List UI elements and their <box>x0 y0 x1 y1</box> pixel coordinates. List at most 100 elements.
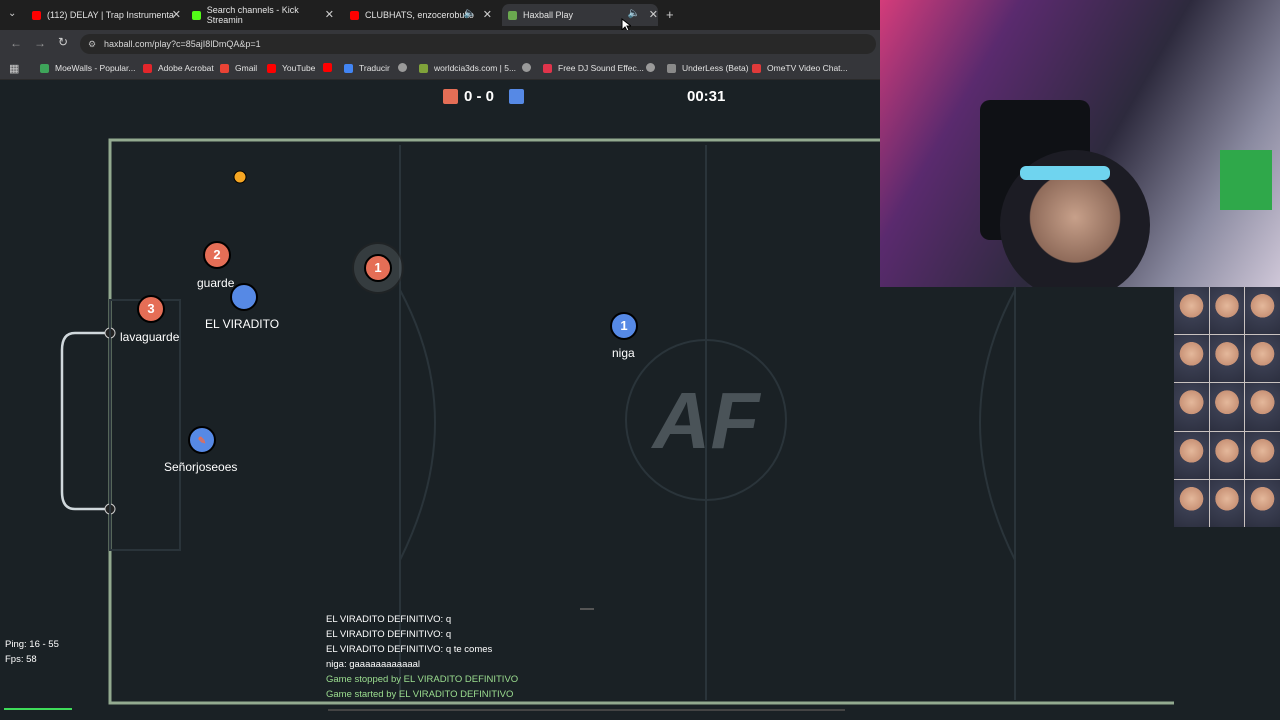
webcam-overlay <box>880 0 1280 287</box>
tab-label: (112) DELAY | Trap Instrumenta <box>47 10 174 20</box>
apps-grid-icon[interactable]: ▦ <box>9 62 19 75</box>
bookmark-worldcia[interactable]: worldcia3ds.com | 5... <box>419 63 516 73</box>
portrait <box>1209 431 1245 479</box>
haxball-icon <box>508 10 517 20</box>
adobe-icon <box>143 63 152 73</box>
close-icon[interactable]: ✕ <box>325 8 334 21</box>
field-arc <box>979 289 1016 561</box>
field-arc <box>399 289 436 561</box>
portrait <box>1174 479 1209 527</box>
tab-search-icon[interactable]: ⌄ <box>8 8 16 19</box>
close-icon[interactable]: ✕ <box>172 8 181 21</box>
player-red-3: 3 <box>137 295 165 323</box>
globe-icon <box>398 63 407 72</box>
left-goal <box>60 331 110 511</box>
portrait <box>1209 287 1245 335</box>
moewalls-icon <box>40 63 49 73</box>
blue-team-indicator <box>509 89 524 104</box>
player-name: EL VIRADITO <box>205 317 280 331</box>
bookmark-ometv[interactable]: OmeTV Video Chat... <box>752 63 848 73</box>
tab-haxball[interactable]: Haxball Play 🔈 ✕ <box>502 4 658 26</box>
ping-readout: Ping: 16 - 55 <box>5 639 59 650</box>
player-blue-senorjoseoes: ✎ <box>188 426 216 454</box>
player-red-2: 2 <box>203 241 231 269</box>
worldcia-icon <box>419 63 428 73</box>
new-tab-button[interactable]: + <box>666 7 674 22</box>
player-blue-viradito <box>230 283 258 311</box>
tab-kick[interactable]: Search channels - Kick Streamin ✕ <box>186 4 334 26</box>
portrait <box>1209 479 1245 527</box>
bookmark-youtube[interactable]: YouTube <box>267 63 315 73</box>
tab-label: Haxball Play <box>523 10 574 20</box>
portrait <box>1174 287 1209 335</box>
player-blue-1: 1 <box>610 312 638 340</box>
headband <box>1020 166 1110 180</box>
bookmark-adobe[interactable]: Adobe Acrobat <box>143 63 214 73</box>
speaker-icon[interactable]: 🔈 <box>464 8 476 19</box>
portrait <box>1245 383 1280 431</box>
address-toolbar: ← → ↻ ⚙ haxball.com/play?c=85ajI8lDmQA&p… <box>0 30 880 58</box>
forward-icon[interactable]: → <box>34 36 46 50</box>
ometv-icon <box>752 63 761 73</box>
close-icon[interactable]: ✕ <box>483 8 492 21</box>
portrait <box>1174 431 1209 479</box>
player-avatar-icon: ✎ <box>197 436 207 447</box>
portrait <box>1245 335 1280 383</box>
bookmarks-bar: ▦ MoeWalls - Popular... Adobe Acrobat Gm… <box>0 58 880 80</box>
face-collage-overlay <box>1174 287 1280 527</box>
site-settings-icon[interactable]: ⚙ <box>88 34 96 54</box>
kick-icon <box>192 10 201 20</box>
chat-notice: Game started by EL VIRADITO DEFINITIVO <box>326 689 514 700</box>
globe-icon <box>522 63 531 72</box>
red-team-indicator <box>443 89 458 104</box>
youtube-icon <box>267 63 276 73</box>
djsound-icon <box>543 63 552 73</box>
bookmark-underless[interactable]: UnderLess (Beta) <box>667 63 749 73</box>
close-icon[interactable]: ✕ <box>649 8 658 21</box>
ball <box>233 170 247 184</box>
youtube-icon <box>323 63 332 72</box>
score: 0 - 0 <box>464 88 495 105</box>
player-name: lavaguarde <box>120 330 180 344</box>
url-text: haxball.com/play?c=85ajI8lDmQA&p=1 <box>104 39 261 49</box>
bookmark-djsound[interactable]: Free DJ Sound Effec... <box>543 63 644 73</box>
portrait <box>1209 335 1245 383</box>
bookmark-globe-3[interactable] <box>646 63 661 72</box>
creeper-decor <box>1220 150 1272 210</box>
bookmark-globe-2[interactable] <box>522 63 537 72</box>
portrait <box>1174 335 1209 383</box>
field-logo: AF <box>651 376 762 465</box>
back-icon[interactable]: ← <box>10 36 22 50</box>
portrait <box>1245 431 1280 479</box>
bookmark-gmail[interactable]: Gmail <box>220 63 257 73</box>
portrait <box>1245 479 1280 527</box>
player-red-1-self: 1 <box>364 254 392 282</box>
tab-youtube-delay[interactable]: (112) DELAY | Trap Instrumenta ✕ <box>26 4 181 26</box>
globe-icon <box>646 63 655 72</box>
tab-strip: ⌄ (112) DELAY | Trap Instrumenta ✕ Searc… <box>0 0 880 32</box>
bookmark-globe[interactable] <box>398 63 413 72</box>
reload-icon[interactable]: ↻ <box>58 35 68 49</box>
tab-label: CLUBHATS, enzocerobulto <box>365 10 474 20</box>
tab-label: Search channels - Kick Streamin <box>206 5 299 25</box>
gmail-icon <box>220 63 229 73</box>
player-name: guarde <box>197 276 235 290</box>
fps-graph <box>4 708 72 710</box>
player-name: niga <box>612 346 635 360</box>
game-timer: 00:31 <box>687 88 726 105</box>
chat-log: EL VIRADITO DEFINITIVO: q EL VIRADITO DE… <box>320 612 850 702</box>
underless-icon <box>667 63 676 73</box>
chat-message: EL VIRADITO DEFINITIVO: q <box>326 629 452 640</box>
portrait <box>1245 287 1280 335</box>
translate-icon <box>344 63 353 73</box>
bookmark-youtube-2[interactable] <box>323 63 338 72</box>
tab-youtube-clubhats[interactable]: CLUBHATS, enzocerobulto 🔈 ✕ <box>344 4 492 26</box>
url-field[interactable]: ⚙ haxball.com/play?c=85ajI8lDmQA&p=1 <box>80 34 876 54</box>
portrait <box>1174 383 1209 431</box>
youtube-icon <box>32 10 41 20</box>
youtube-icon <box>350 10 359 20</box>
bookmark-moewalls[interactable]: MoeWalls - Popular... <box>40 63 135 73</box>
player-name: Señorjoseoes <box>164 460 238 474</box>
bookmark-traducir[interactable]: Traducir <box>344 63 390 73</box>
chat-message: EL VIRADITO DEFINITIVO: q <box>326 614 452 625</box>
